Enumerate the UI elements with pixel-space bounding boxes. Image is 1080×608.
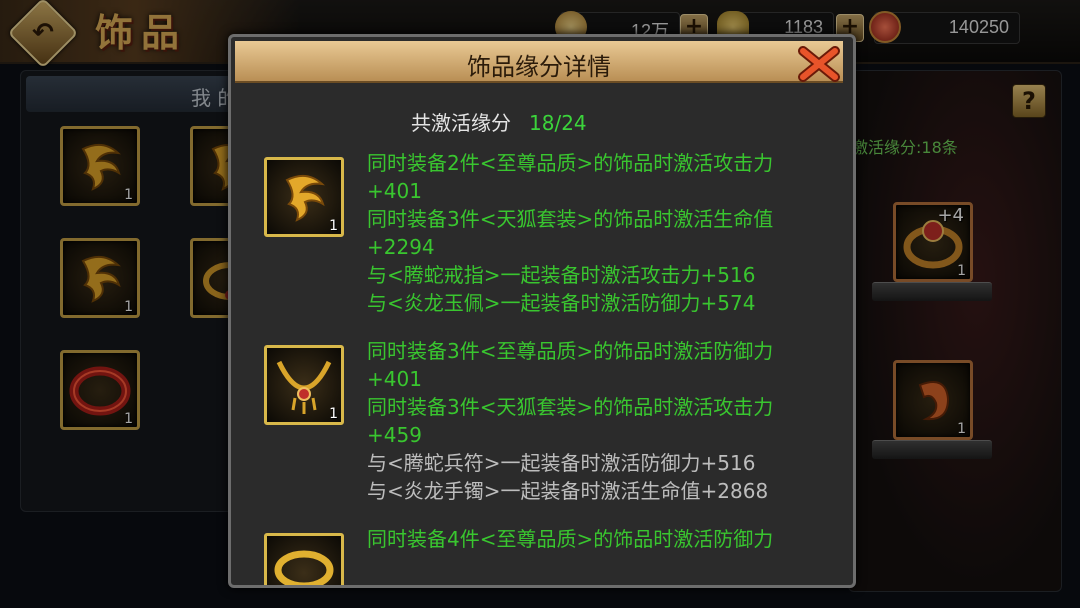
dialog-title: 饰品缘分详情: [467, 53, 611, 81]
bond-line: +2294: [367, 235, 435, 259]
bond-line: 同时装备4件<至尊品质>的饰品时激活防御力: [367, 527, 774, 551]
entry-bond-lines: 同时装备3件<至尊品质>的饰品时激活防御力 +401 同时装备3件<天狐套装>的…: [367, 337, 837, 505]
bond-line: +459: [367, 423, 422, 447]
bond-line: 同时装备2件<至尊品质>的饰品时激活攻击力: [367, 151, 774, 175]
gold-ring-icon: [274, 550, 334, 585]
bond-line: 与<炎龙手镯>一起装备时激活生命值+2868: [367, 479, 769, 503]
dialog-header: 饰品缘分详情: [235, 41, 843, 83]
bond-line: 同时装备3件<至尊品质>的饰品时激活防御力: [367, 339, 774, 363]
bond-line: 与<炎龙玉佩>一起装备时激活防御力+574: [367, 291, 756, 315]
bond-line: 与<腾蛇兵符>一起装备时激活防御力+516: [367, 451, 756, 475]
item-count: 1: [329, 218, 338, 234]
bond-details-dialog: 饰品缘分详情 共激活缘分 18/24 1 同时装备2件<至尊品质>的饰品时激活攻击…: [228, 34, 856, 588]
entry-item-icon[interactable]: [264, 533, 344, 585]
entry-item-icon[interactable]: 1: [264, 345, 344, 425]
summary-label: 共激活缘分: [411, 111, 511, 135]
entry-item-icon[interactable]: 1: [264, 157, 344, 237]
bond-line: +401: [367, 367, 422, 391]
bond-summary: 共激活缘分 18/24: [411, 107, 587, 136]
item-count: 1: [329, 406, 338, 422]
close-button[interactable]: [797, 45, 841, 83]
entry-bond-lines: 同时装备2件<至尊品质>的饰品时激活攻击力 +401 同时装备3件<天狐套装>的…: [367, 149, 837, 317]
bond-line: 与<腾蛇戒指>一起装备时激活攻击力+516: [367, 263, 756, 287]
bond-line: +401: [367, 179, 422, 203]
bond-line: 同时装备3件<天狐套装>的饰品时激活生命值: [367, 207, 774, 231]
entry-bond-lines: 同时装备4件<至尊品质>的饰品时激活防御力: [367, 525, 837, 553]
bond-line: 同时装备3件<天狐套装>的饰品时激活攻击力: [367, 395, 774, 419]
summary-value: 18/24: [529, 111, 587, 135]
close-icon: [798, 46, 840, 82]
